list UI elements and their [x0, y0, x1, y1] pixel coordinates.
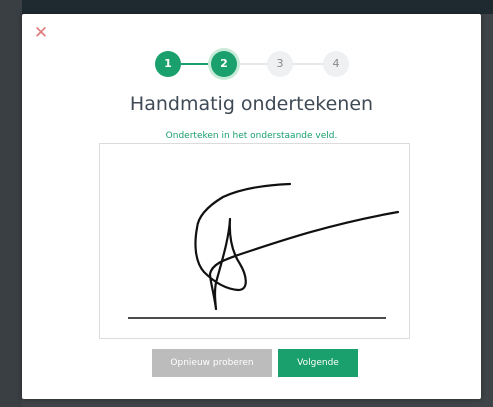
sign-modal: ✕ 1 2 3 4 Handmatig ondertekenen Onderte…	[22, 14, 481, 399]
step-4: 4	[323, 51, 349, 77]
stepper: 1 2 3 4	[155, 49, 355, 79]
signature-pad[interactable]	[99, 143, 410, 339]
backdrop-left	[0, 0, 22, 407]
step-connector-2-3	[237, 63, 267, 65]
retry-button[interactable]: Opnieuw proberen	[152, 349, 272, 377]
step-connector-3-4	[293, 63, 323, 65]
modal-title: Handmatig ondertekenen	[129, 93, 374, 115]
step-connector-1-2	[181, 63, 211, 65]
signature-stroke	[194, 182, 400, 311]
step-1: 1	[155, 51, 181, 77]
signature-drawing	[128, 182, 400, 319]
sign-instruction: Onderteken in het onderstaande veld.	[165, 131, 338, 141]
next-button[interactable]: Volgende	[278, 349, 358, 377]
step-3: 3	[267, 51, 293, 77]
step-2: 2	[211, 51, 237, 77]
close-icon[interactable]: ✕	[33, 25, 49, 42]
backdrop-top	[0, 0, 493, 14]
